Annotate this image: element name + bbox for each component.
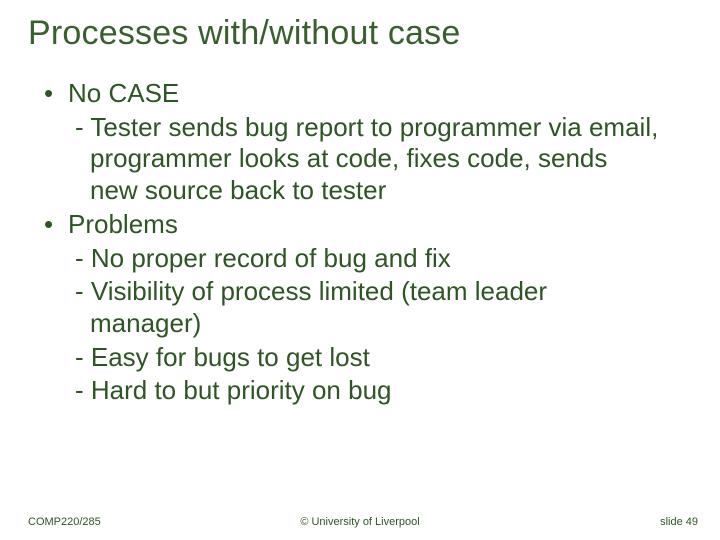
bullet-dot-icon: • xyxy=(44,78,53,110)
footer-center: © University of Liverpool xyxy=(0,516,720,528)
slide: Processes with/without case • No CASE - … xyxy=(0,0,720,540)
bullet-level2: - Tester sends bug report to programmer … xyxy=(44,112,660,207)
slide-title: Processes with/without case xyxy=(28,14,460,53)
footer-right: slide 49 xyxy=(660,516,698,528)
bullet-level2: - Visibility of process limited (team le… xyxy=(44,276,660,339)
bullet-text: Problems xyxy=(68,209,178,239)
bullet-text: No CASE xyxy=(68,78,179,108)
bullet-level2: - Easy for bugs to get lost xyxy=(44,342,660,374)
bullet-level2: - No proper record of bug and fix xyxy=(44,243,660,275)
slide-body: • No CASE - Tester sends bug report to p… xyxy=(44,78,660,409)
bullet-level1: • Problems xyxy=(44,209,660,241)
bullet-level1: • No CASE xyxy=(44,78,660,110)
bullet-level2: - Hard to but priority on bug xyxy=(44,375,660,407)
bullet-dot-icon: • xyxy=(44,209,53,241)
